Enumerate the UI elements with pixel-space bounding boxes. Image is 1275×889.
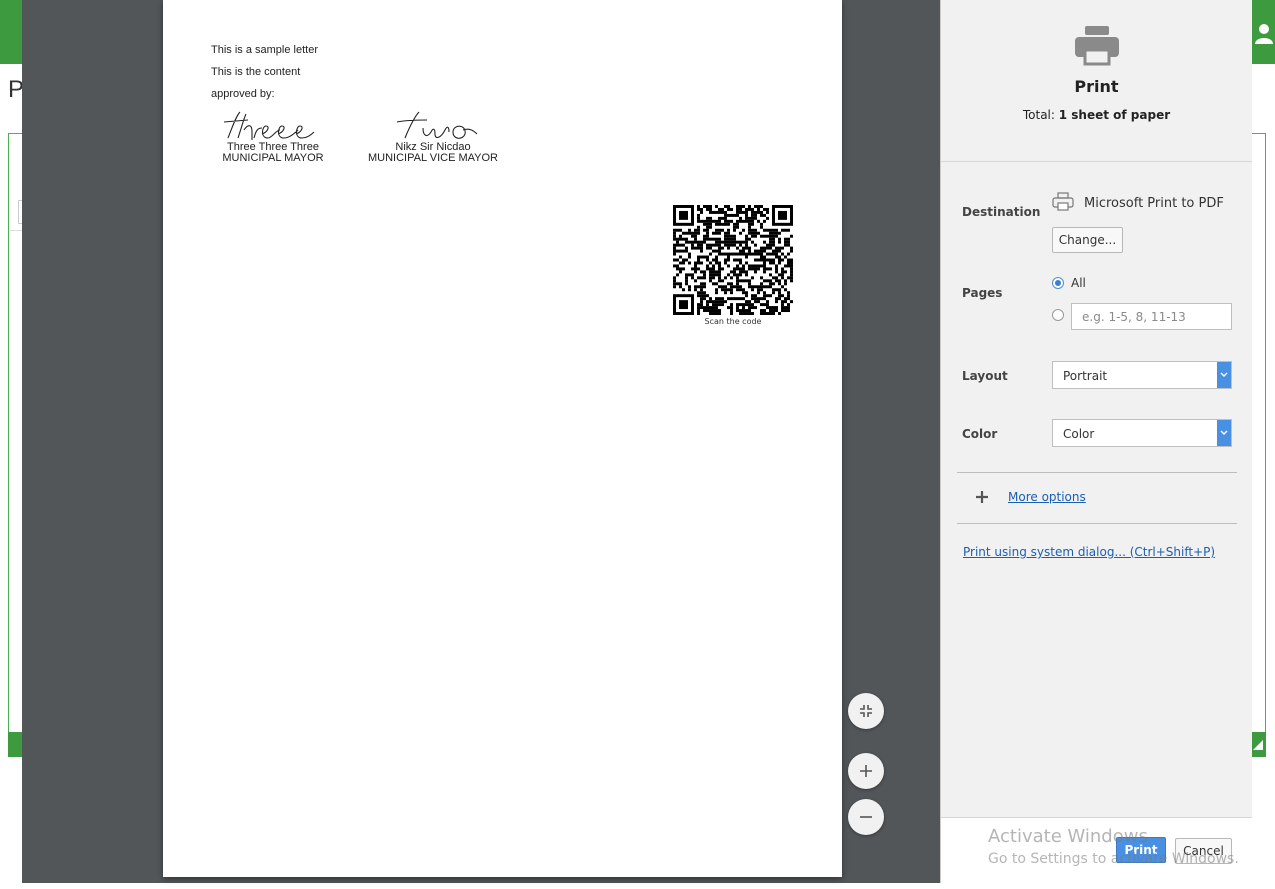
print-settings-panel: Print Total: 1 sheet of paper Destinatio…: [940, 0, 1252, 884]
zoom-in-button[interactable]: [848, 753, 884, 789]
layout-select-value: Portrait: [1063, 369, 1108, 383]
pages-all-radio[interactable]: [1052, 277, 1064, 289]
signatory-2-position: MUNICIPAL VICE MAYOR: [368, 152, 498, 164]
printer-small-icon: [1052, 192, 1074, 211]
print-panel-footer: Print Cancel: [941, 817, 1252, 884]
fit-to-page-icon: [860, 705, 872, 717]
fit-to-page-button[interactable]: [848, 693, 884, 729]
color-label: Color: [962, 427, 998, 441]
color-select-value: Color: [1063, 427, 1095, 441]
print-panel-header: Print Total: 1 sheet of paper: [941, 0, 1252, 162]
zoom-out-button[interactable]: [848, 799, 884, 835]
signatory-2: Nikz Sir Nicdao MUNICIPAL VICE MAYOR: [363, 108, 503, 164]
qr-code: [673, 205, 793, 315]
zoom-in-icon: [860, 765, 872, 777]
zoom-out-icon: [860, 816, 872, 818]
printer-icon: [1075, 26, 1119, 66]
pages-label: Pages: [962, 286, 1003, 300]
letter-line-1: This is a sample letter: [211, 44, 318, 56]
destination-label: Destination: [962, 205, 1041, 219]
system-dialog-link[interactable]: Print using system dialog... (Ctrl+Shift…: [963, 545, 1215, 559]
layout-label: Layout: [962, 369, 1008, 383]
more-options-link[interactable]: More options: [1008, 490, 1086, 504]
pages-custom-radio[interactable]: [1052, 309, 1064, 321]
background-divider: [10, 230, 22, 231]
print-button[interactable]: Print: [1116, 837, 1166, 863]
total-value: 1 sheet of paper: [1058, 108, 1171, 122]
pages-range-input[interactable]: [1071, 303, 1232, 330]
total-sheets: Total: 1 sheet of paper: [941, 108, 1252, 122]
plus-icon[interactable]: [976, 491, 988, 503]
destination-printer-name: Microsoft Print to PDF: [1084, 196, 1224, 211]
color-select[interactable]: Color: [1052, 419, 1232, 447]
user-icon[interactable]: [1251, 22, 1273, 44]
pages-all-label: All: [1071, 276, 1086, 290]
cancel-button[interactable]: Cancel: [1175, 838, 1232, 864]
letter-line-2: This is the content: [211, 66, 301, 78]
preview-page: This is a sample letter This is the cont…: [163, 0, 842, 877]
layout-select[interactable]: Portrait: [1052, 361, 1232, 389]
total-label: Total:: [1022, 108, 1059, 122]
qr-caption: Scan the code: [704, 317, 762, 326]
letter-line-3: approved by:: [211, 88, 275, 100]
signatory-1-position: MUNICIPAL MAYOR: [222, 152, 324, 164]
print-preview-area: This is a sample letter This is the cont…: [22, 0, 940, 883]
signatory-1: Three Three Three MUNICIPAL MAYOR: [213, 108, 333, 164]
resize-handle-icon: [1253, 740, 1263, 750]
print-title: Print: [1074, 77, 1119, 96]
divider: [957, 523, 1237, 524]
chevron-down-icon: [1217, 362, 1231, 388]
chevron-down-icon: [1217, 420, 1231, 446]
divider: [957, 472, 1237, 473]
change-destination-button[interactable]: Change...: [1052, 227, 1123, 253]
